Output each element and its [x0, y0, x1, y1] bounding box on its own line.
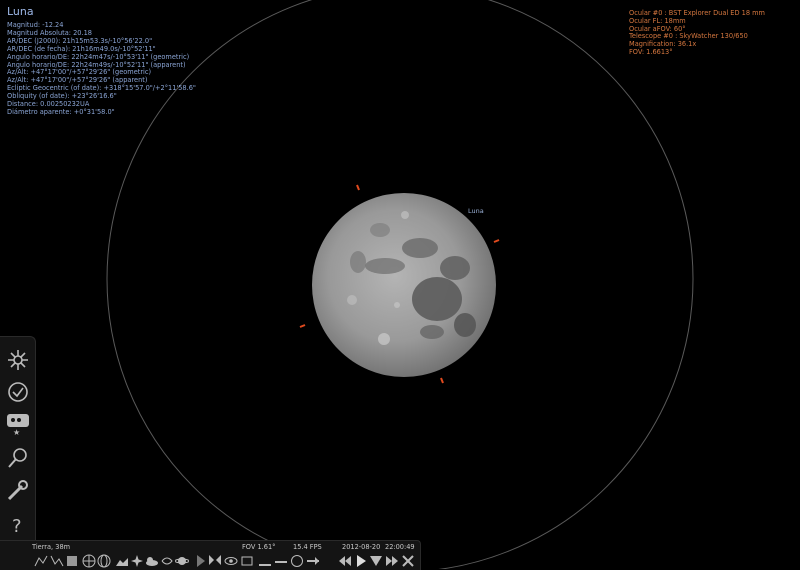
ocular-view-icon[interactable]	[258, 554, 272, 568]
real-time-speed-icon[interactable]	[369, 554, 383, 568]
moon[interactable]	[312, 193, 496, 377]
play-icon[interactable]	[354, 554, 368, 568]
sensor-frame-icon[interactable]	[274, 554, 288, 568]
planet-labels-icon[interactable]	[175, 554, 189, 568]
search-icon[interactable]	[5, 445, 31, 471]
left-sidebar: ★ ?	[0, 336, 36, 542]
constellation-labels-icon[interactable]	[50, 554, 64, 568]
info-line: Diámetro aparente: +0°31'58.0"	[7, 107, 115, 116]
svg-text:?: ?	[12, 516, 22, 537]
center-on-object-icon[interactable]	[208, 554, 222, 568]
fps-status: 15.4 FPS	[293, 543, 322, 551]
location-icon[interactable]: ★	[5, 411, 31, 437]
atmosphere-icon[interactable]	[145, 554, 159, 568]
svg-text:★: ★	[13, 428, 20, 437]
full-screen-icon[interactable]	[240, 554, 254, 568]
time-status: 22:00:49	[385, 543, 415, 551]
date-status: 2012-08-20	[342, 543, 381, 551]
nebulae-icon[interactable]	[160, 554, 174, 568]
decrease-time-speed-icon[interactable]	[338, 554, 352, 568]
object-info-panel: Luna Magnitud: -12.24 Magnitud Absoluta:…	[7, 5, 196, 117]
help-icon[interactable]: ?	[5, 511, 31, 537]
ocular-info-panel: Ocular #0 : BST Explorer Dual ED 18 mm O…	[629, 9, 765, 57]
bottom-toolbar: Tierra, 38m FOV 1.61° 15.4 FPS 2012-08-2…	[0, 540, 421, 570]
increase-time-speed-icon[interactable]	[385, 554, 399, 568]
constellation-lines-icon[interactable]	[34, 554, 48, 568]
fov-status: FOV 1.61°	[242, 543, 276, 551]
date-time-icon[interactable]	[5, 379, 31, 405]
azimuthal-grid-icon[interactable]	[97, 554, 111, 568]
ocular-line: FOV: 1.6613°	[629, 47, 673, 56]
quit-icon[interactable]	[401, 554, 415, 568]
object-name: Luna	[7, 5, 34, 18]
cardinal-points-icon[interactable]	[130, 554, 144, 568]
equatorial-mount-icon[interactable]	[194, 554, 208, 568]
configuration-icon[interactable]	[5, 477, 31, 503]
ground-icon[interactable]	[115, 554, 129, 568]
moon-label: Luna	[468, 207, 484, 215]
equatorial-grid-icon[interactable]	[82, 554, 96, 568]
constellation-art-icon[interactable]	[65, 554, 79, 568]
location-status: Tierra, 38m	[32, 543, 71, 551]
telrad-icon[interactable]	[290, 554, 304, 568]
ocular-settings-icon[interactable]	[306, 554, 320, 568]
sky-and-viewing-options-icon[interactable]	[5, 347, 31, 373]
night-mode-icon[interactable]	[224, 554, 238, 568]
